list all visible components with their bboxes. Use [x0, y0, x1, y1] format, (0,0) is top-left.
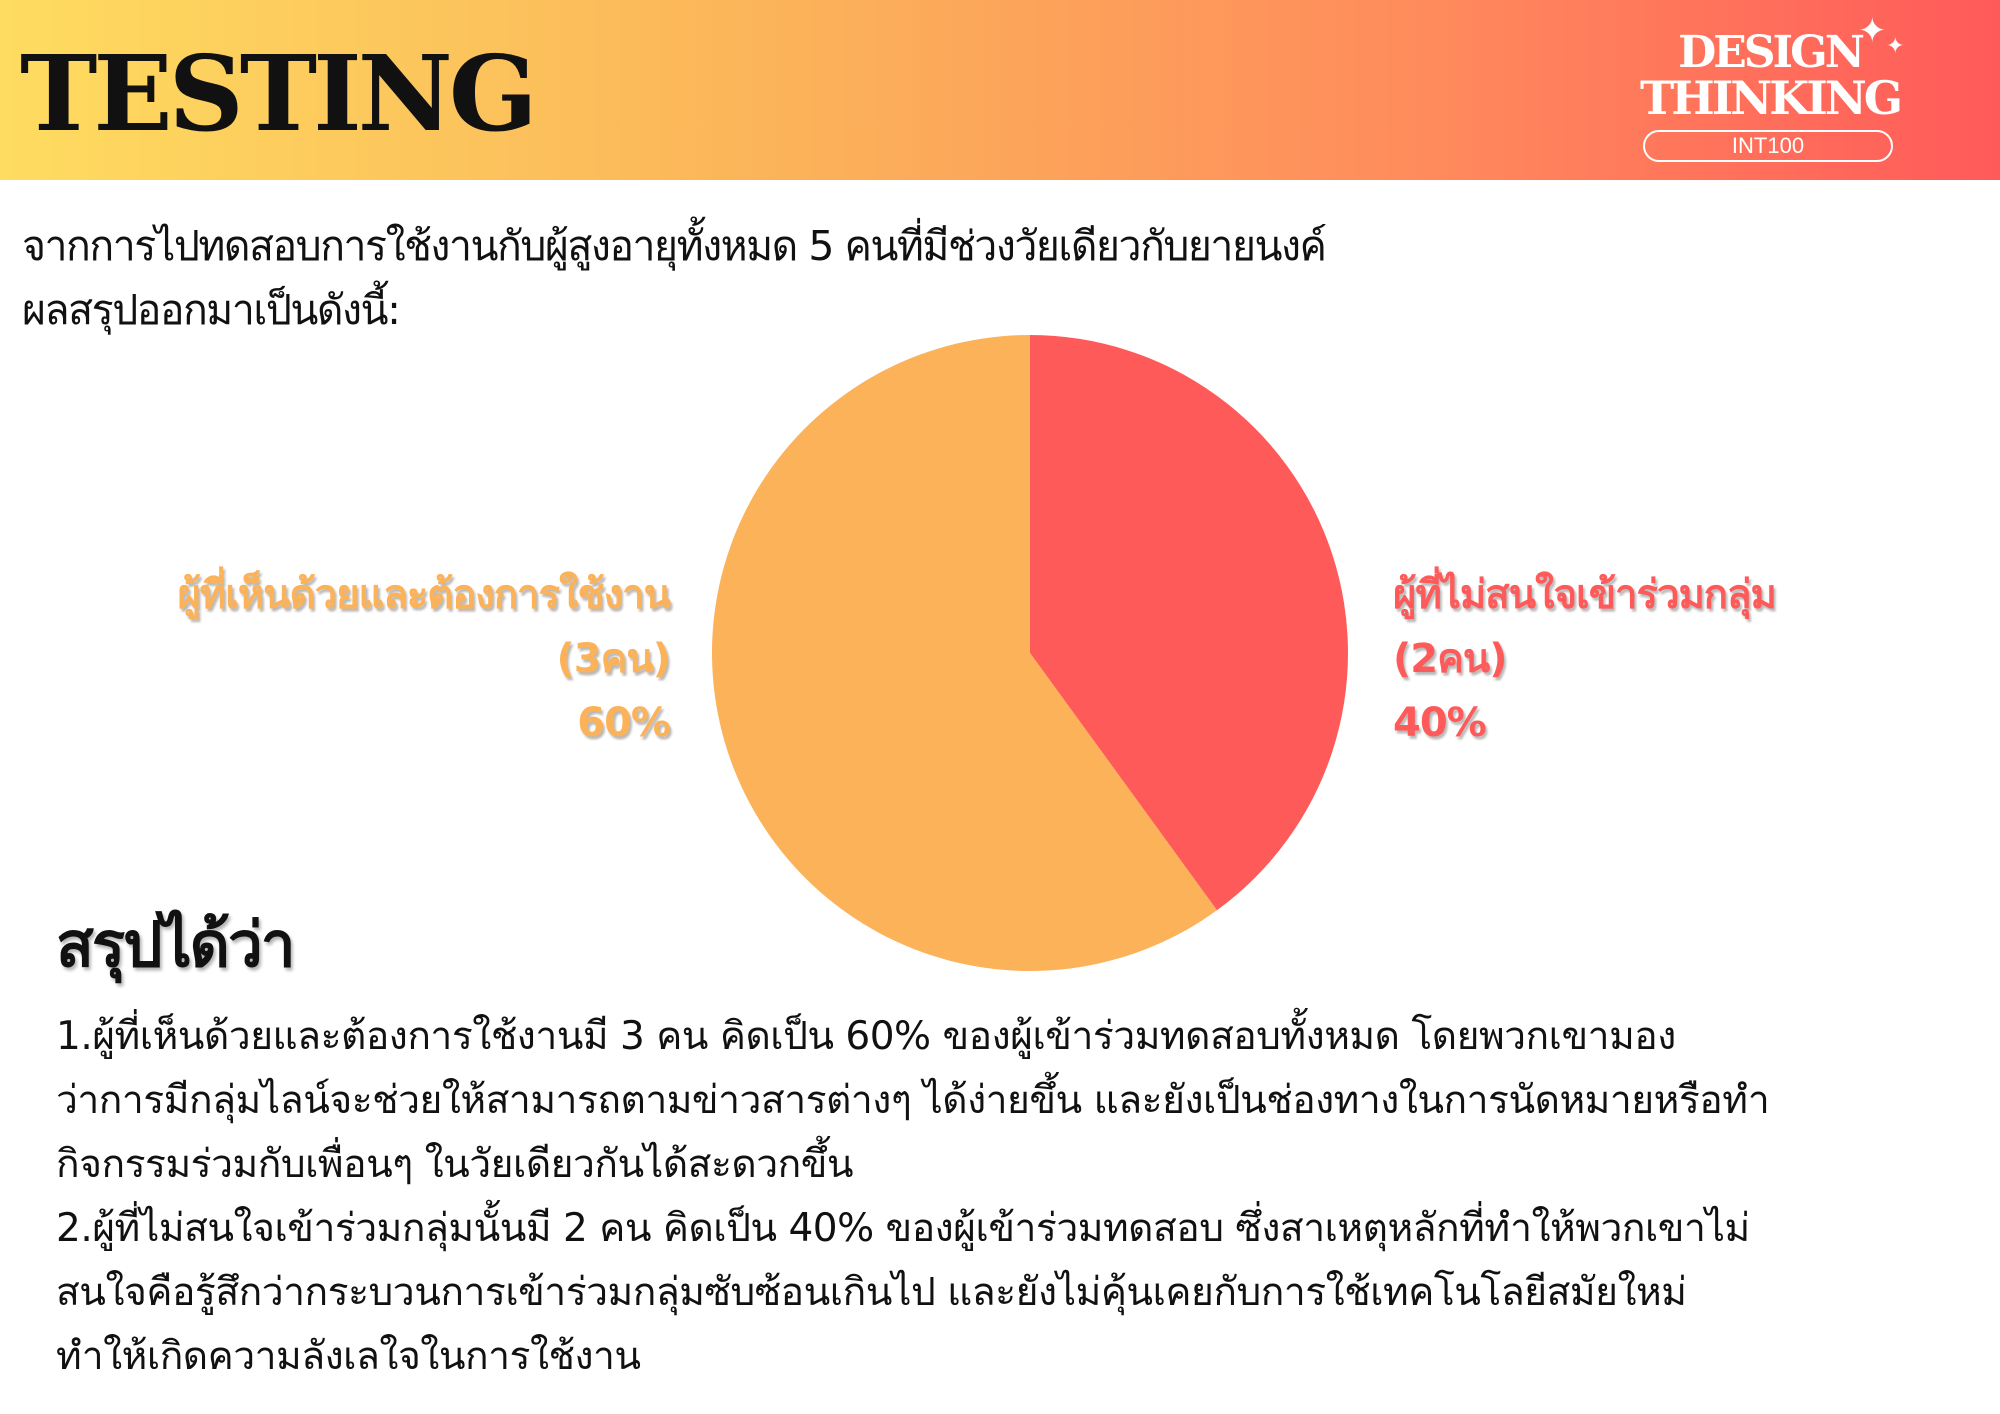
conclusion-line: สนใจคือรู้สึกว่ากระบวนการเข้าร่วมกลุ่มซั… [56, 1270, 1687, 1315]
sparkle-icon: ✦ [1858, 11, 1887, 51]
slice-label-agree-percent: 60% [577, 700, 671, 746]
design-thinking-logo: DESIGN THINKING INT100 ✦ ✦ [1640, 14, 1904, 170]
slice-label-agree: ผู้ที่เห็นด้วยและต้องการใช้งาน (3คน) 60% [177, 563, 671, 755]
conclusion-line: 2.ผู้ที่ไม่สนใจเข้าร่วมกลุ่มนั้นมี 2 คน … [56, 1206, 1750, 1251]
conclusion-title: สรุปได้ว่า [56, 908, 296, 981]
conclusion-line: กิจกรรมร่วมกับเพื่อนๆ ในวัยเดียวกันได้สะ… [56, 1142, 854, 1187]
page-title: TESTING [20, 32, 538, 155]
slice-label-agree-count: (3คน) [556, 636, 671, 682]
slice-label-agree-name: ผู้ที่เห็นด้วยและต้องการใช้งาน [177, 572, 671, 618]
intro-text: จากการไปทดสอบการใช้งานกับผู้สูงอายุทั้งห… [22, 214, 1582, 342]
slice-label-not-interested-count: (2คน) [1393, 636, 1507, 682]
slice-label-not-interested-name: ผู้ที่ไม่สนใจเข้าร่วมกลุ่ม [1393, 572, 1777, 618]
header-banner: TESTING DESIGN THINKING INT100 ✦ ✦ [0, 0, 2000, 180]
intro-line-1: จากการไปทดสอบการใช้งานกับผู้สูงอายุทั้งห… [22, 222, 1327, 270]
pie-chart [711, 335, 1348, 971]
conclusion-line: ทำให้เกิดความลังเลใจในการใช้งาน [56, 1334, 641, 1379]
conclusion-line: 1.ผู้ที่เห็นด้วยและต้องการใช้งานมี 3 คน … [56, 1014, 1676, 1059]
conclusion-body: 1.ผู้ที่เห็นด้วยและต้องการใช้งานมี 3 คน … [56, 1005, 1956, 1389]
conclusion-line: ว่าการมีกลุ่มไลน์จะช่วยให้สามารถตามข่าวส… [56, 1078, 1770, 1123]
slice-label-not-interested: ผู้ที่ไม่สนใจเข้าร่วมกลุ่ม (2คน) 40% [1393, 563, 1777, 755]
slice-label-not-interested-percent: 40% [1393, 700, 1487, 746]
sparkle-small-icon: ✦ [1886, 34, 1905, 59]
logo-course-pill: INT100 [1643, 130, 1893, 162]
logo-line-2: THINKING [1640, 71, 1903, 125]
